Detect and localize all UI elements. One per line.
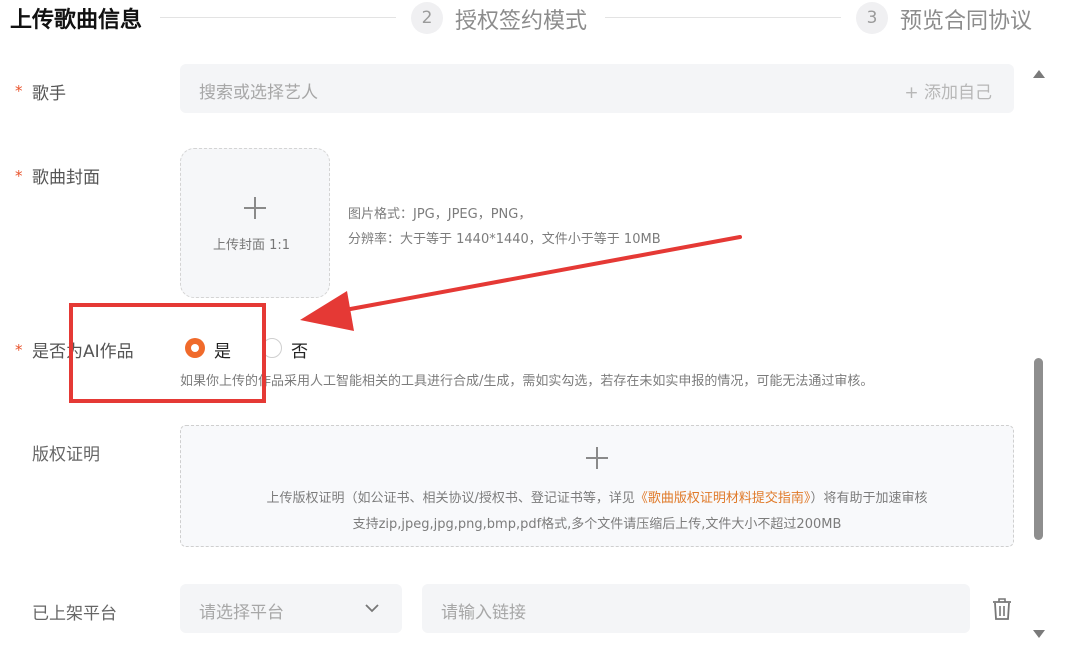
annotation-arrow-icon <box>300 235 742 331</box>
